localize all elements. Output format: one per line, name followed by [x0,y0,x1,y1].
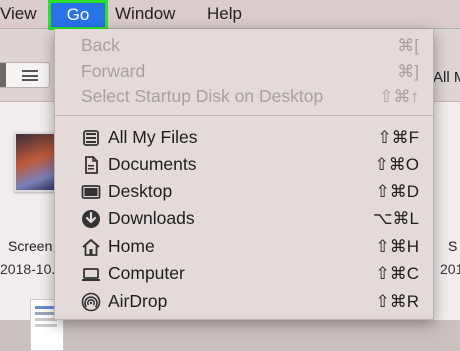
menu-item-home[interactable]: Home ⇧⌘H [55,233,433,260]
menu-item-shortcut: ⇧⌘↑ [379,87,419,106]
menu-go[interactable]: Go [48,0,108,30]
menu-item-label: Forward [81,61,146,81]
documents-icon [85,156,98,174]
menu-item-downloads[interactable]: Downloads ⌥⌘L [55,205,433,232]
menu-item-shortcut: ⇧⌘H [375,237,419,256]
menu-item-forward[interactable]: Forward ⌘] [55,58,433,85]
menu-item-all-my-files[interactable]: All My Files ⇧⌘F [55,124,433,151]
computer-icon [82,268,100,281]
right-file-date: 201 [440,261,460,277]
menu-item-airdrop[interactable]: AirDrop ⇧⌘R [55,288,433,315]
menu-item-back[interactable]: Back ⌘[ [55,32,433,59]
menu-item-desktop[interactable]: Desktop ⇧⌘D [55,178,433,205]
go-menu-dropdown: Back ⌘[ Forward ⌘] Select Startup Disk o… [54,29,434,320]
right-file-name[interactable]: S [448,238,457,254]
downloads-icon [82,210,100,228]
menu-item-computer[interactable]: Computer ⇧⌘C [55,260,433,287]
menu-item-label: Documents [108,154,197,174]
menu-item-shortcut: ⇧⌘F [377,128,419,147]
menu-item-shortcut: ⇧⌘C [375,264,419,283]
menu-bar: View Go Window Help [0,0,460,30]
menu-item-label: Desktop [108,181,173,201]
file-name[interactable]: Screen [8,238,52,254]
menu-item-shortcut: ⌥⌘L [372,209,419,228]
menu-item-shortcut: ⇧⌘O [374,155,419,174]
list-view-icon[interactable] [22,70,38,81]
menu-item-shortcut: ⌘[ [397,36,419,55]
home-icon [82,239,100,256]
menu-view[interactable]: View [0,0,37,28]
menu-item-label: Home [108,236,155,256]
menu-item-shortcut: ⇧⌘R [375,292,419,311]
icon-view-button[interactable] [0,63,6,87]
view-mode-segmented-control[interactable] [0,62,50,88]
menu-item-shortcut: ⌘] [397,62,419,81]
menu-item-label: Select Startup Disk on Desktop [81,86,324,106]
menu-help[interactable]: Help [207,0,242,28]
menu-separator [55,115,433,116]
menu-item-label: Downloads [108,208,195,228]
airdrop-icon [81,292,101,312]
menu-item-label: Computer [108,263,185,283]
menu-item-label: Back [81,35,120,55]
menu-item-documents[interactable]: Documents ⇧⌘O [55,151,433,178]
menu-item-label: AirDrop [108,291,168,311]
desktop-icon [81,185,101,199]
menu-window[interactable]: Window [115,0,175,28]
file-date: 2018-10. [0,261,56,277]
menu-item-label: All My Files [108,127,198,147]
menu-item-select-startup-disk[interactable]: Select Startup Disk on Desktop ⇧⌘↑ [55,83,433,110]
all-my-files-icon [83,130,99,146]
finder-tab-all-my-files[interactable]: All M [433,69,460,86]
menu-item-shortcut: ⇧⌘D [375,182,419,201]
